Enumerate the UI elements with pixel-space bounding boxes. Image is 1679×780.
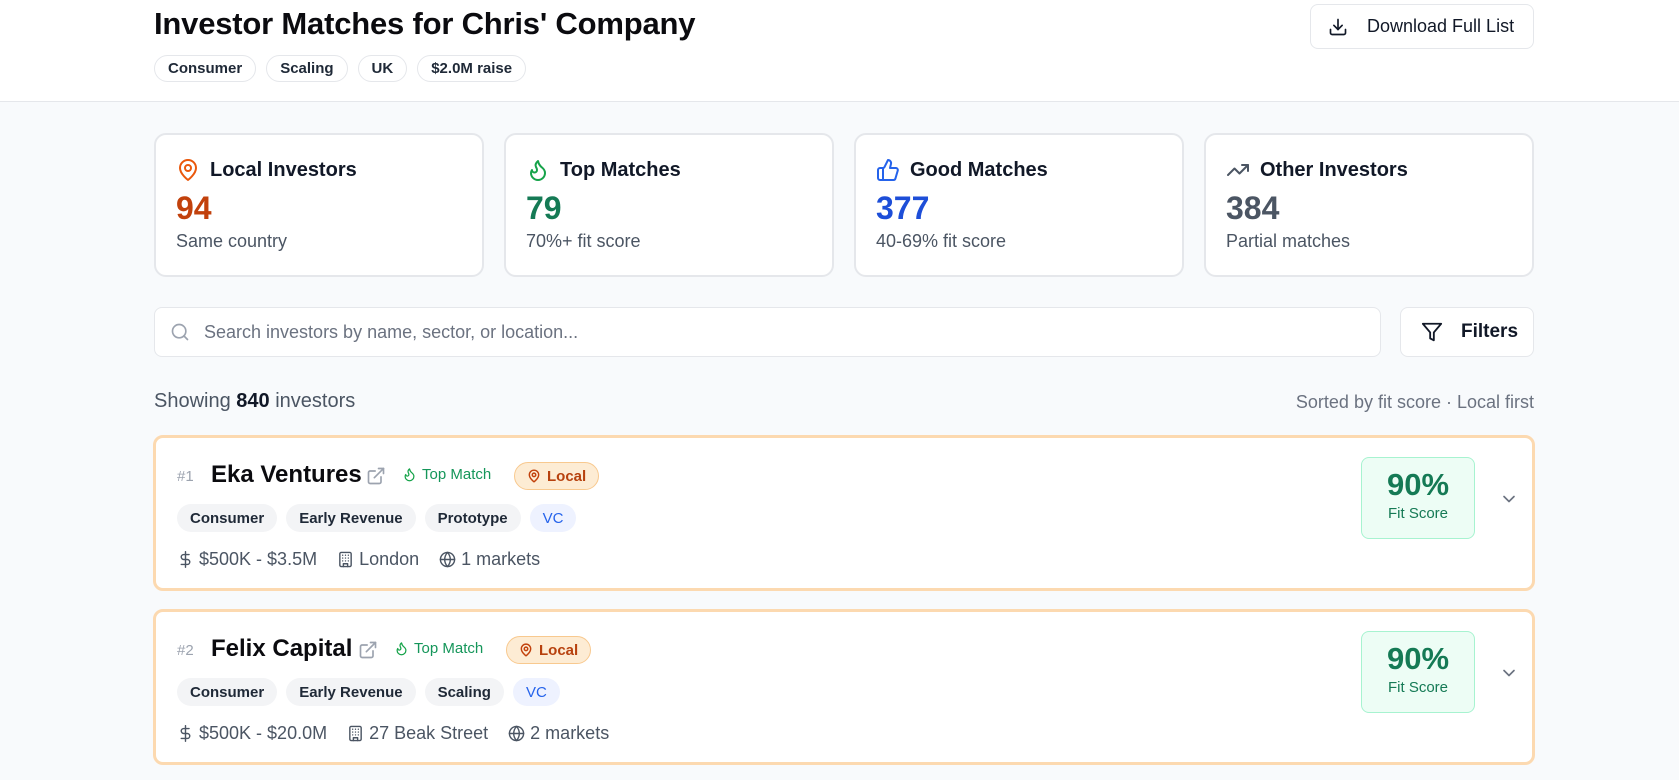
company-tags: Consumer Scaling UK $2.0M raise: [154, 55, 527, 82]
building-icon: [349, 725, 362, 742]
stat-subtitle: 40-69% fit score: [876, 231, 1007, 251]
investor-name[interactable]: Felix Capital: [211, 635, 352, 663]
investor-tag: Prototype: [424, 504, 521, 532]
investor-markets: 2 markets: [530, 723, 610, 743]
stat-title: Top Matches: [560, 158, 681, 181]
chevron-down-icon[interactable]: [1499, 489, 1519, 509]
fit-score-box: 90% Fit Score: [1361, 631, 1475, 713]
fit-score-label: Fit Score: [1387, 679, 1448, 696]
stat-value: 377: [876, 190, 930, 226]
flame-icon: [396, 642, 407, 656]
globe-icon: [439, 551, 456, 568]
investor-location: London: [359, 549, 420, 569]
chevron-down-icon[interactable]: [1499, 663, 1519, 683]
dollar-icon: [180, 551, 191, 568]
investor-card[interactable]: #2 Felix Capital Top Match Local Consume…: [153, 609, 1535, 765]
stat-subtitle: Same country: [176, 231, 288, 251]
trending-up-icon: [1227, 164, 1249, 176]
page-header: Investor Matches for Chris' Company Cons…: [0, 0, 1679, 102]
top-match-badge: Top Match: [402, 466, 491, 483]
stat-card-other-investors[interactable]: Other Investors 384 Partial matches: [1204, 133, 1534, 277]
investor-meta: $500K - $3.5M London 1 markets: [177, 549, 560, 570]
cheque-size: $500K - $3.5M: [199, 549, 318, 569]
stat-title: Other Investors: [1260, 158, 1408, 181]
stat-subtitle: Partial matches: [1226, 231, 1351, 251]
investor-rank: #2: [177, 642, 194, 659]
company-tag: Consumer: [154, 55, 257, 82]
investor-rank: #1: [177, 468, 194, 485]
results-count: Showing 840 investors: [154, 390, 355, 413]
investor-name[interactable]: Eka Ventures: [211, 461, 362, 489]
search-input[interactable]: [204, 321, 1354, 343]
company-tag: UK: [357, 55, 408, 82]
investor-tag: Scaling: [424, 678, 504, 706]
external-link-icon[interactable]: [358, 640, 378, 660]
showing-suffix: investors: [275, 390, 356, 412]
stat-title: Good Matches: [910, 158, 1048, 181]
investor-card[interactable]: #1 Eka Ventures Top Match Local Consumer…: [153, 435, 1535, 591]
stat-card-good-matches[interactable]: Good Matches 377 40-69% fit score: [854, 133, 1184, 277]
stat-value: 79: [526, 190, 562, 226]
stat-value: 384: [1226, 190, 1280, 226]
cheque-size: $500K - $20.0M: [199, 723, 328, 743]
local-label: Local: [547, 467, 587, 485]
top-match-badge: Top Match: [394, 640, 483, 657]
local-badge: Local: [514, 462, 600, 490]
investor-type-tag: VC: [529, 504, 577, 532]
investor-tags: Consumer Early Revenue Scaling VC: [177, 678, 560, 706]
investor-tags: Consumer Early Revenue Prototype VC: [177, 504, 577, 532]
company-tag: $2.0M raise: [417, 55, 527, 82]
stat-title: Local Investors: [210, 158, 357, 181]
stat-card-local[interactable]: Local Investors 94 Same country: [154, 133, 484, 277]
flame-icon: [530, 160, 546, 181]
external-link-icon[interactable]: [366, 466, 386, 486]
investor-meta: $500K - $20.0M 27 Beak Street 2 markets: [177, 723, 629, 744]
search-icon: [171, 323, 189, 341]
investor-tag: Early Revenue: [286, 504, 416, 532]
search-bar: [154, 307, 1381, 357]
download-button-label: Download Full List: [1367, 16, 1515, 36]
company-tag: Scaling: [266, 55, 348, 82]
flame-icon: [404, 468, 415, 482]
top-match-label: Top Match: [422, 466, 492, 483]
building-icon: [339, 551, 352, 568]
investor-tag: Consumer: [177, 504, 278, 532]
globe-icon: [508, 725, 525, 742]
filters-button[interactable]: Filters: [1400, 307, 1534, 357]
investor-location: 27 Beak Street: [369, 723, 489, 743]
filter-icon: [1421, 322, 1443, 342]
filters-label: Filters: [1461, 321, 1519, 342]
investor-markets: 1 markets: [461, 549, 541, 569]
investor-tag: Consumer: [177, 678, 278, 706]
download-icon: [1329, 18, 1347, 35]
thumbs-up-icon: [877, 159, 899, 181]
page-title: Investor Matches for Chris' Company: [154, 6, 696, 41]
map-pin-icon: [528, 469, 540, 483]
sort-indicator: Sorted by fit score · Local first: [1295, 392, 1534, 412]
fit-score-value: 90%: [1386, 467, 1450, 502]
stat-value: 94: [176, 190, 212, 226]
investor-tag: Early Revenue: [286, 678, 416, 706]
top-match-label: Top Match: [414, 640, 484, 657]
local-badge: Local: [506, 636, 592, 664]
fit-score-label: Fit Score: [1387, 505, 1448, 522]
stat-subtitle: 70%+ fit score: [526, 231, 641, 251]
map-pin-icon: [179, 159, 197, 181]
results-number: 840: [236, 390, 270, 412]
download-full-list-button[interactable]: Download Full List: [1310, 4, 1534, 49]
fit-score-box: 90% Fit Score: [1361, 457, 1475, 539]
local-label: Local: [539, 641, 579, 659]
showing-prefix: Showing: [154, 390, 231, 412]
stat-card-top-matches[interactable]: Top Matches 79 70%+ fit score: [504, 133, 834, 277]
investor-type-tag: VC: [512, 678, 560, 706]
map-pin-icon: [520, 643, 532, 657]
dollar-icon: [180, 725, 191, 742]
fit-score-value: 90%: [1386, 641, 1450, 676]
